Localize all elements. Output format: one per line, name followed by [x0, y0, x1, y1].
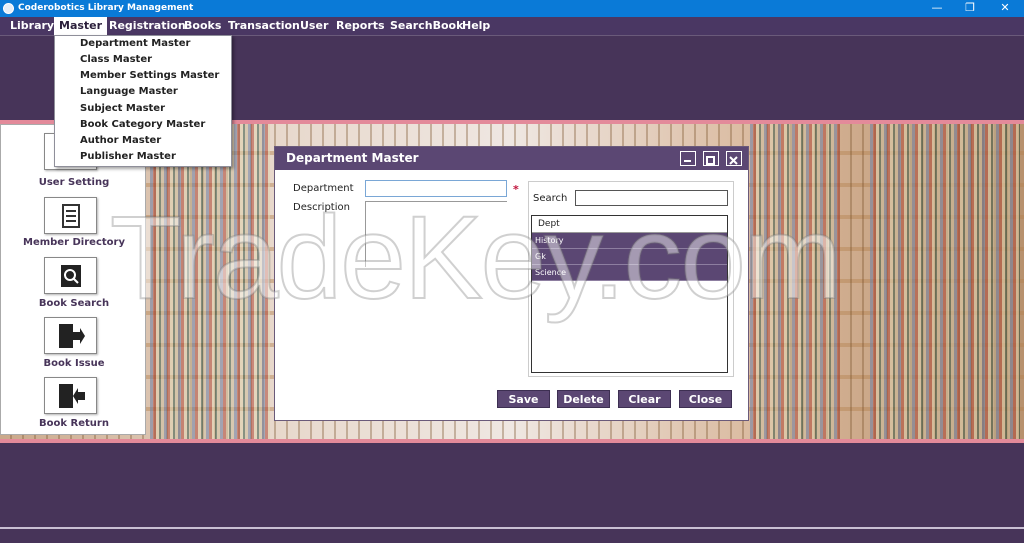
book-return-label[interactable]: Book Return — [1, 418, 147, 429]
maximize-icon — [706, 156, 715, 165]
window-titlebar: Coderobotics Library Management — ❐ ✕ — [0, 0, 1024, 17]
search-input[interactable] — [575, 190, 728, 206]
search-icon — [60, 264, 81, 287]
close-button[interactable]: Close — [679, 390, 732, 408]
menu-user[interactable]: User — [295, 17, 333, 35]
department-input[interactable] — [365, 180, 507, 197]
menu-item-class-master[interactable]: Class Master — [55, 52, 231, 68]
app-icon — [3, 3, 14, 14]
menu-item-subject-master[interactable]: Subject Master — [55, 101, 231, 117]
delete-button[interactable]: Delete — [557, 390, 610, 408]
list-item[interactable]: Gk — [532, 249, 727, 265]
list-item[interactable]: History — [532, 233, 727, 249]
description-label: Description — [293, 202, 350, 213]
menu-bar: Library Master Registration Books Transa… — [0, 17, 1024, 35]
menu-searchbook[interactable]: SearchBook — [385, 17, 468, 35]
menu-library[interactable]: Library — [5, 17, 59, 35]
member-directory-tile[interactable] — [44, 197, 97, 234]
menu-registration[interactable]: Registration — [104, 17, 191, 35]
book-issue-label[interactable]: Book Issue — [1, 358, 147, 369]
department-master-dialog: Department Master Department * Descripti… — [274, 146, 749, 421]
member-directory-label[interactable]: Member Directory — [1, 237, 147, 248]
restore-button[interactable]: ❐ — [955, 0, 985, 17]
window-close-button[interactable]: ✕ — [990, 0, 1020, 17]
dialog-minimize-button[interactable] — [680, 151, 696, 166]
required-marker: * — [513, 183, 519, 196]
window-title: Coderobotics Library Management — [18, 3, 194, 13]
dialog-title: Department Master — [275, 147, 748, 170]
dialog-close-button[interactable] — [726, 151, 742, 166]
menu-transaction[interactable]: Transaction — [223, 17, 305, 35]
search-label: Search — [533, 193, 568, 204]
enter-door-icon — [58, 383, 85, 408]
menu-item-language-master[interactable]: Language Master — [55, 84, 231, 100]
exit-door-icon — [58, 323, 85, 348]
menu-item-author-master[interactable]: Author Master — [55, 133, 231, 149]
menu-books[interactable]: Books — [179, 17, 226, 35]
menu-reports[interactable]: Reports — [331, 17, 390, 35]
minimize-icon — [684, 160, 691, 162]
close-icon — [729, 156, 738, 165]
menu-item-publisher-master[interactable]: Publisher Master — [55, 149, 231, 165]
clear-button[interactable]: Clear — [618, 390, 671, 408]
status-divider — [0, 527, 1024, 529]
user-setting-label[interactable]: User Setting — [1, 177, 147, 188]
minimize-button[interactable]: — — [922, 0, 952, 17]
menu-item-department-master[interactable]: Department Master — [55, 36, 231, 52]
book-return-tile[interactable] — [44, 377, 97, 414]
save-button[interactable]: Save — [497, 390, 550, 408]
book-issue-tile[interactable] — [44, 317, 97, 354]
dialog-maximize-button[interactable] — [703, 151, 719, 166]
menu-master[interactable]: Master — [54, 17, 108, 35]
master-dropdown-menu: Department Master Class Master Member Se… — [54, 35, 232, 167]
department-list[interactable]: Dept History Gk Science — [531, 215, 728, 373]
directory-icon — [61, 203, 80, 228]
department-label: Department — [293, 183, 354, 194]
book-search-label[interactable]: Book Search — [1, 298, 147, 309]
menu-help[interactable]: Help — [457, 17, 495, 35]
list-item[interactable]: Science — [532, 265, 727, 281]
menu-item-book-category-master[interactable]: Book Category Master — [55, 117, 231, 133]
quick-access-panel: User Setting Member Directory Book Searc… — [0, 124, 146, 435]
description-textarea[interactable] — [365, 201, 507, 267]
menu-item-member-settings-master[interactable]: Member Settings Master — [55, 68, 231, 84]
book-search-tile[interactable] — [44, 257, 97, 294]
list-header-dept[interactable]: Dept — [532, 216, 727, 233]
bottom-band — [0, 443, 1024, 527]
